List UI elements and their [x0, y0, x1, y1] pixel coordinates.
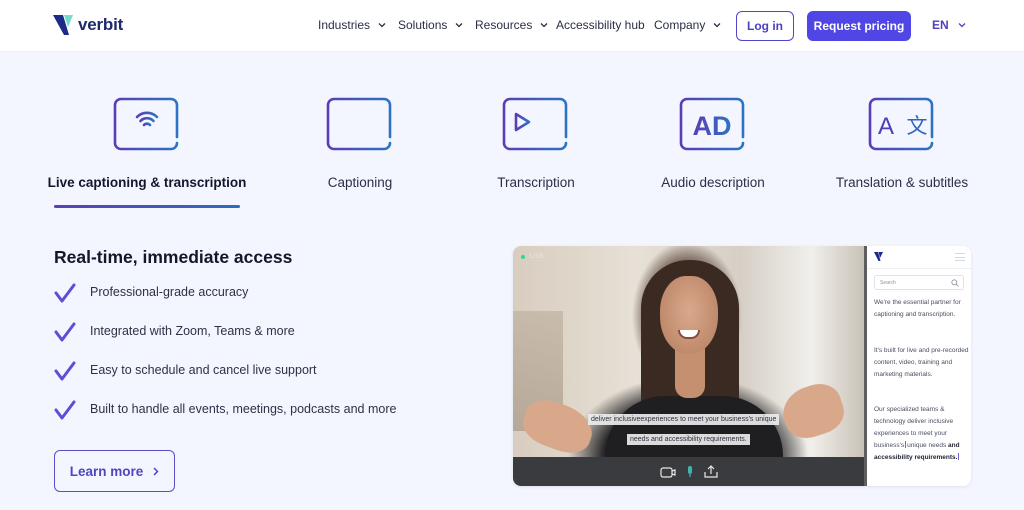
tab-captioning[interactable]: Captioning — [295, 97, 425, 190]
captioning-icon — [326, 97, 392, 151]
tab-live-captioning[interactable]: Live captioning & transcription — [48, 97, 246, 190]
feature-item: Professional-grade accuracy — [54, 282, 248, 304]
camera-icon[interactable] — [659, 466, 676, 478]
verbit-logo-icon — [53, 15, 73, 35]
brand-logo[interactable]: verbit — [53, 12, 123, 38]
live-badge: LIVE — [521, 254, 544, 260]
login-button[interactable]: Log in — [736, 11, 794, 41]
share-icon[interactable] — [703, 465, 718, 478]
product-demo-card: LIVE deliver inclusiveexperiences to mee… — [513, 246, 971, 486]
nav-company-label: Company — [654, 18, 706, 32]
audio-description-icon: AD — [679, 97, 745, 151]
feature-text: Built to handle all events, meetings, po… — [90, 402, 397, 416]
tab-label: Captioning — [327, 175, 393, 190]
text-cursor — [958, 453, 960, 460]
site-header: verbit Industries Solutions Resources Ac… — [0, 0, 1024, 52]
chevron-down-icon — [540, 23, 548, 28]
nav-resources[interactable]: Resources — [475, 18, 548, 32]
caption-line: deliver inclusiveexperiences to meet you… — [588, 414, 780, 425]
tab-translation-subtitles[interactable]: A 文 Translation & subtitles — [828, 97, 976, 190]
live-label: LIVE — [530, 254, 545, 260]
request-pricing-button[interactable]: Request pricing — [807, 11, 911, 41]
nav-resources-label: Resources — [475, 18, 533, 32]
checkmark-icon — [54, 322, 76, 342]
language-selector[interactable]: EN — [932, 18, 966, 32]
nav-company[interactable]: Company — [654, 18, 721, 32]
learn-more-label: Learn more — [69, 463, 144, 479]
panel-paragraph: Our specialized teams & technology deliv… — [874, 404, 969, 464]
checkmark-icon — [54, 283, 76, 303]
live-dot-icon — [521, 255, 525, 259]
brand-name: verbit — [78, 15, 124, 34]
video-controls — [513, 457, 864, 486]
text-cursor — [905, 441, 907, 448]
translation-icon: A 文 — [868, 97, 934, 151]
tab-audio-description[interactable]: AD Audio description — [643, 97, 783, 190]
person-face — [660, 276, 718, 354]
tab-transcription[interactable]: Transcription — [471, 97, 601, 190]
language-label: EN — [932, 18, 949, 32]
caption-line: needs and accessibility requirements. — [627, 434, 750, 445]
svg-text:A: A — [878, 113, 894, 140]
nav-industries[interactable]: Industries — [318, 18, 386, 32]
person-hand-right — [776, 377, 850, 445]
chevron-right-icon — [153, 466, 159, 476]
transcript-panel: Search We're the essential partner for c… — [867, 246, 971, 486]
checkmark-icon — [54, 361, 76, 381]
checkmark-icon — [54, 400, 76, 420]
tab-label: Transcription — [497, 175, 575, 190]
microphone-icon[interactable] — [686, 465, 694, 478]
tab-label: Audio description — [661, 175, 765, 190]
feature-text: Professional-grade accuracy — [90, 285, 249, 299]
nav-accessibility-hub-label: Accessibility hub — [556, 18, 645, 32]
feature-item: Integrated with Zoom, Teams & more — [54, 321, 295, 343]
search-placeholder: Search — [880, 280, 896, 286]
svg-text:文: 文 — [907, 114, 928, 138]
panel-search-input[interactable]: Search — [874, 275, 964, 290]
feature-text: Integrated with Zoom, Teams & more — [90, 324, 295, 338]
nav-solutions[interactable]: Solutions — [398, 18, 463, 32]
section-title: Real-time, immediate access — [54, 247, 293, 267]
panel-paragraph: We're the essential partner for captioni… — [874, 299, 961, 318]
panel-text: unique needs — [907, 442, 947, 449]
chevron-down-icon — [378, 23, 386, 28]
chevron-down-icon — [958, 23, 966, 28]
active-tab-indicator — [54, 205, 240, 208]
menu-icon[interactable] — [955, 253, 965, 261]
feature-text: Easy to schedule and cancel live support — [90, 363, 317, 377]
panel-paragraph: It's built for live and pre-recorded con… — [874, 347, 969, 378]
feature-item: Built to handle all events, meetings, po… — [54, 399, 396, 421]
search-icon — [951, 279, 959, 287]
chevron-down-icon — [713, 23, 721, 28]
nav-solutions-label: Solutions — [398, 18, 448, 32]
nav-industries-label: Industries — [318, 18, 371, 32]
panel-separator — [867, 268, 971, 269]
feature-item: Easy to schedule and cancel live support — [54, 360, 317, 382]
tab-label: Live captioning & transcription — [47, 175, 247, 190]
chevron-down-icon — [455, 23, 463, 28]
nav-accessibility-hub[interactable]: Accessibility hub — [556, 18, 645, 32]
live-video-frame: LIVE deliver inclusiveexperiences to mee… — [513, 246, 864, 486]
live-caption-icon — [113, 97, 179, 151]
verbit-logo-icon — [874, 252, 883, 261]
transcription-icon — [502, 97, 568, 151]
learn-more-button[interactable]: Learn more — [54, 450, 175, 492]
svg-text:AD: AD — [693, 111, 732, 141]
tab-label: Translation & subtitles — [835, 175, 969, 190]
